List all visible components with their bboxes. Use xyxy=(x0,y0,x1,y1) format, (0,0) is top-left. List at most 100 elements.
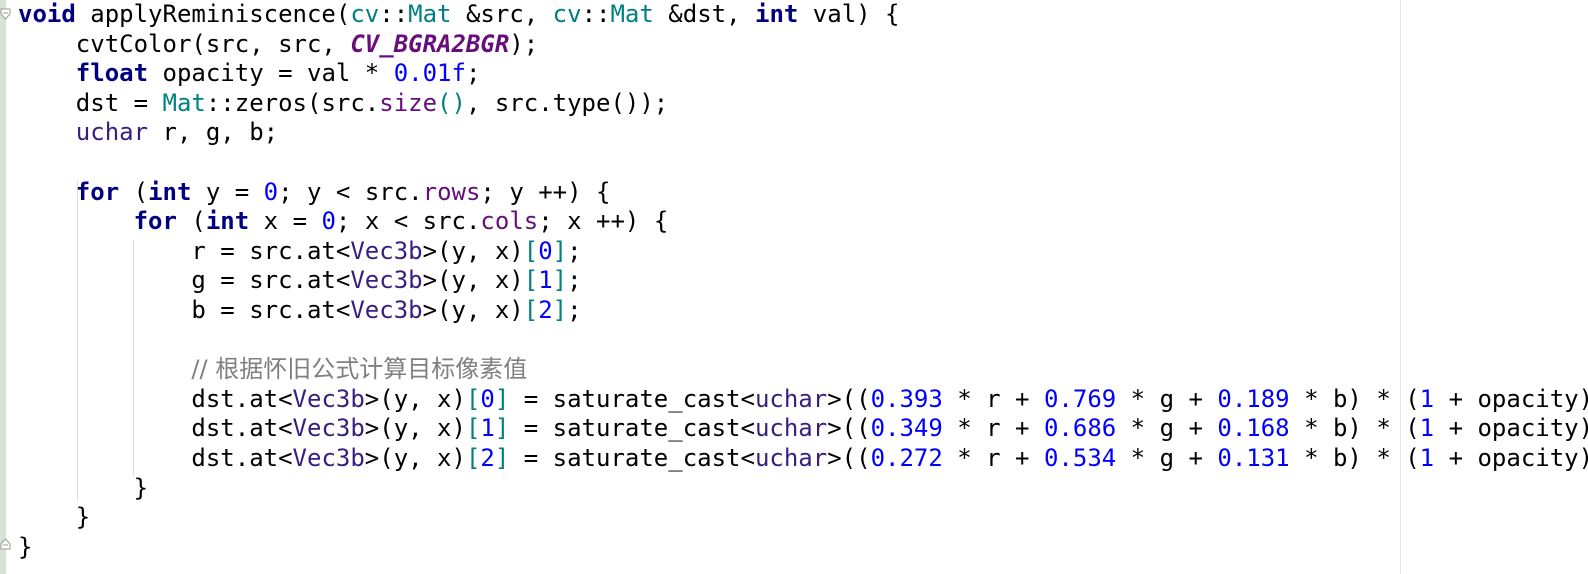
code-token: [ xyxy=(523,295,539,324)
code-token: cv xyxy=(350,0,380,28)
code-token: * b) * ( xyxy=(1289,414,1420,443)
code-line[interactable] xyxy=(18,326,1588,356)
code-token: 0.349 xyxy=(870,414,943,443)
code-token: Vec3b xyxy=(350,295,423,324)
code-line[interactable]: r = src.at<Vec3b>(y, x)[0]; xyxy=(18,237,1588,267)
code-line[interactable]: uchar r, g, b; xyxy=(18,118,1588,148)
code-token: [ xyxy=(465,443,481,472)
code-token: ; xyxy=(567,236,582,265)
code-token: void xyxy=(18,0,76,28)
code-token: Vec3b xyxy=(292,414,365,443)
code-token: [ xyxy=(465,384,481,413)
code-token: 0.189 xyxy=(1217,384,1290,413)
code-token: uchar xyxy=(754,443,828,472)
code-line[interactable]: cvtColor(src, src, CV_BGRA2BGR); xyxy=(18,30,1588,60)
code-line[interactable]: dst.at<Vec3b>(y, x)[0] = saturate_cast<u… xyxy=(18,385,1588,415)
code-line[interactable]: for (int x = 0; x < src.cols; x ++) { xyxy=(18,207,1588,237)
code-token: = saturate_cast< xyxy=(509,384,755,413)
code-token: * r + xyxy=(942,443,1044,472)
code-token: * g + xyxy=(1116,414,1218,443)
code-token: ] xyxy=(494,443,510,472)
code-token: Vec3b xyxy=(292,443,365,472)
code-token: dst.at< xyxy=(18,414,293,443)
code-token: 0.686 xyxy=(1043,414,1117,443)
code-token: ] xyxy=(552,295,568,324)
code-token: ] xyxy=(494,414,510,443)
code-token: opacity = val * xyxy=(148,59,394,88)
code-line[interactable]: g = src.at<Vec3b>(y, x)[1]; xyxy=(18,266,1588,296)
code-token: * g + xyxy=(1116,384,1218,413)
code-token: b = src.at< xyxy=(18,295,351,324)
code-token: applyReminiscence( xyxy=(75,0,351,28)
code-token: 0.534 xyxy=(1043,443,1117,472)
code-token: for xyxy=(75,177,120,206)
code-token: size xyxy=(379,88,438,117)
code-token: int xyxy=(205,207,250,236)
code-token: * r + xyxy=(942,414,1044,443)
code-line[interactable]: // 根据怀旧公式计算目标像素值 xyxy=(18,355,1588,385)
code-line[interactable]: } xyxy=(18,503,1588,533)
code-token: ] xyxy=(552,236,568,265)
fold-close-icon[interactable] xyxy=(0,538,11,550)
code-line[interactable]: dst = Mat::zeros(src.size(), src.type())… xyxy=(18,89,1588,119)
code-line[interactable]: void applyReminiscence(cv::Mat &src, cv:… xyxy=(18,0,1588,30)
code-token: cols xyxy=(480,207,539,236)
code-token: + opacity)); xyxy=(1448,384,1588,413)
code-editor[interactable]: void applyReminiscence(cv::Mat &src, cv:… xyxy=(18,0,1588,562)
code-token: ( xyxy=(119,177,149,206)
editor-gutter xyxy=(0,0,6,574)
code-token: >(( xyxy=(827,443,871,472)
fold-open-icon[interactable] xyxy=(0,8,11,20)
code-line[interactable]: b = src.at<Vec3b>(y, x)[2]; xyxy=(18,296,1588,326)
code-token: >(y, x) xyxy=(422,295,524,324)
code-token: ; x < src. xyxy=(335,207,481,236)
code-token: uchar xyxy=(754,384,828,413)
code-token: >(( xyxy=(827,384,871,413)
code-token: ] xyxy=(552,266,568,295)
code-token: * b) * ( xyxy=(1289,384,1420,413)
code-token: >(y, x) xyxy=(422,236,524,265)
code-token: 0.01f xyxy=(393,59,466,88)
code-token: 2 xyxy=(480,443,495,472)
code-token: cvtColor(src, src, xyxy=(18,29,351,58)
code-token: 0.272 xyxy=(870,443,943,472)
code-token: >(y, x) xyxy=(422,266,524,295)
code-token: x = xyxy=(249,207,322,236)
code-token: Mat xyxy=(610,0,654,28)
code-token: r = src.at< xyxy=(18,236,351,265)
code-token: >(y, x) xyxy=(364,414,466,443)
code-token: } xyxy=(18,473,149,502)
code-line[interactable]: dst.at<Vec3b>(y, x)[1] = saturate_cast<u… xyxy=(18,414,1588,444)
code-token: ; y < src. xyxy=(278,177,423,206)
code-line[interactable]: dst.at<Vec3b>(y, x)[2] = saturate_cast<u… xyxy=(18,444,1588,474)
code-token: g = src.at< xyxy=(18,266,351,295)
code-token: 0 xyxy=(480,384,495,413)
code-token: Vec3b xyxy=(350,266,423,295)
code-token: 1 xyxy=(480,414,495,443)
code-token: 0.131 xyxy=(1217,443,1290,472)
code-line[interactable]: } xyxy=(18,474,1588,504)
code-token: ; x ++) { xyxy=(538,207,669,236)
code-token: ; xyxy=(567,266,582,295)
code-token: &src, xyxy=(451,0,553,28)
code-token: () xyxy=(437,88,466,117)
code-token: [ xyxy=(523,236,539,265)
code-line[interactable]: float opacity = val * 0.01f; xyxy=(18,59,1588,89)
code-token: int xyxy=(148,177,192,206)
code-token: [ xyxy=(465,414,481,443)
code-token: int xyxy=(755,0,799,28)
code-token: } xyxy=(18,503,91,532)
code-token: 0.769 xyxy=(1043,384,1117,413)
code-line[interactable]: for (int y = 0; y < src.rows; y ++) { xyxy=(18,178,1588,208)
code-token: dst = xyxy=(18,88,163,117)
code-token: 1 xyxy=(1419,414,1435,443)
code-line[interactable]: } xyxy=(18,533,1588,563)
code-token: float xyxy=(75,59,149,88)
code-token: ; xyxy=(465,59,481,88)
code-token: 0.393 xyxy=(870,384,943,413)
code-line[interactable] xyxy=(18,148,1588,178)
code-token: :: xyxy=(581,0,611,28)
